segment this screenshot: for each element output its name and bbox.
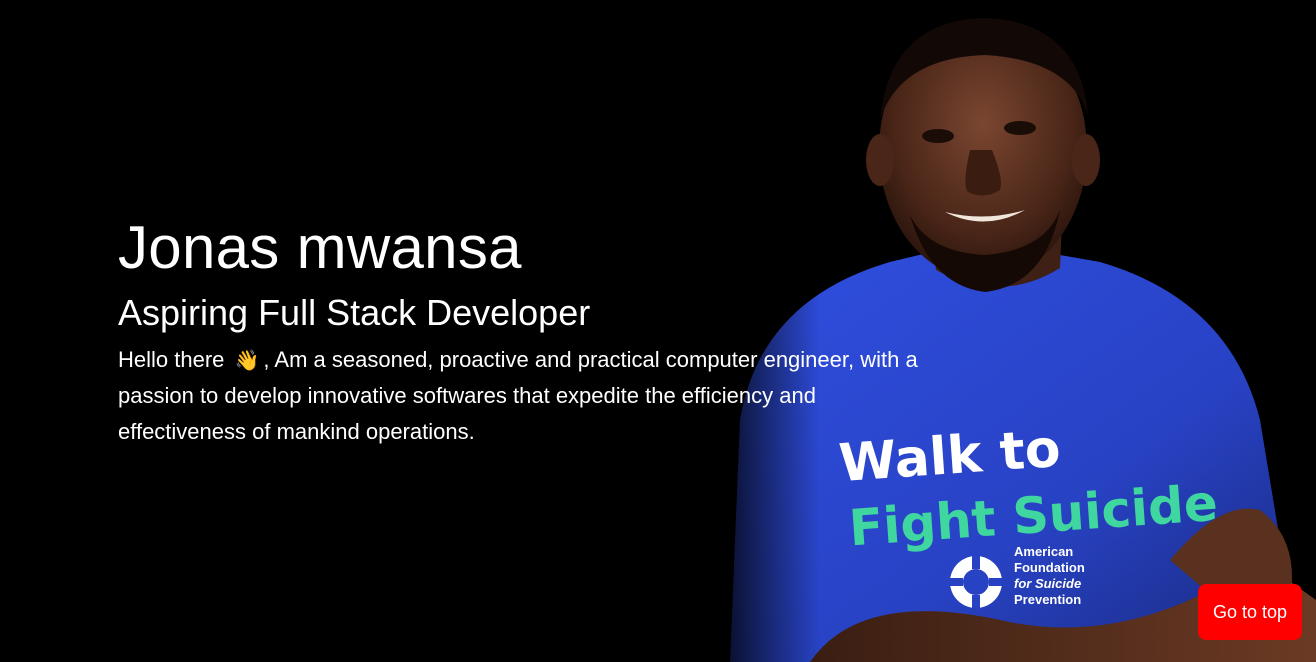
profile-bio: Hello there 👋, Am a seasoned, proactive …: [118, 342, 928, 450]
bio-greeting: Hello there: [118, 347, 225, 372]
hero-section: Walk to Fight Suicide American Foundatio…: [0, 0, 1316, 662]
intro-block: Jonas mwansa Aspiring Full Stack Develop…: [118, 212, 938, 450]
shirt-org-line3: for Suicide: [1014, 576, 1081, 591]
go-to-top-button[interactable]: Go to top: [1198, 584, 1302, 640]
profile-name: Jonas mwansa: [118, 214, 522, 281]
waving-hand-icon: 👋: [234, 348, 260, 372]
shirt-org-line2: Foundation: [1014, 560, 1085, 575]
shirt-org-line4: Prevention: [1014, 592, 1081, 607]
profile-role: Aspiring Full Stack Developer: [118, 292, 591, 333]
shirt-org-line1: American: [1014, 544, 1073, 559]
lifebuoy-icon: [950, 556, 1002, 608]
